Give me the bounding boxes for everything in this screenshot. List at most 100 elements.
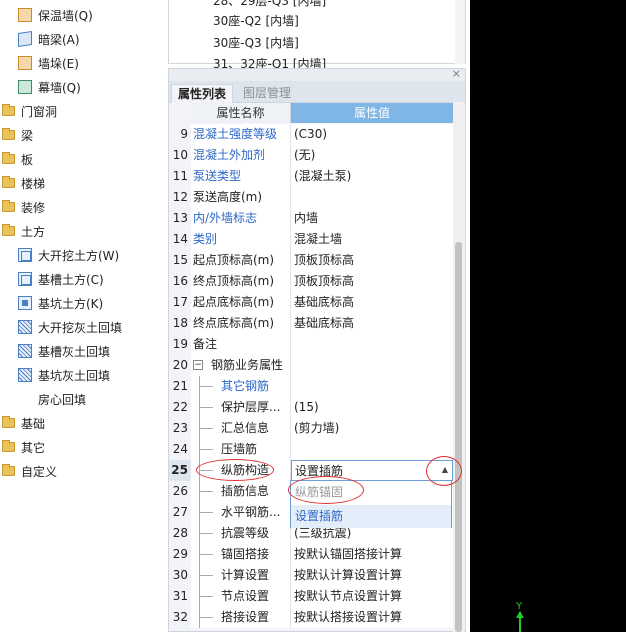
- tree-folder-beam[interactable]: 梁: [2, 124, 33, 146]
- annotation-circle: [196, 459, 274, 481]
- tree-item-pit-backfill[interactable]: 基坑灰土回填: [18, 364, 110, 386]
- room-backfill-icon: [18, 392, 32, 406]
- property-name: 混凝土强度等级: [191, 124, 291, 145]
- table-row[interactable]: 30 计算设置 按默认计算设置计算: [169, 565, 455, 586]
- tab-property-list[interactable]: 属性列表: [171, 84, 234, 103]
- tree-item-excavation[interactable]: 大开挖土方(W): [18, 244, 119, 266]
- property-value[interactable]: (C30): [291, 124, 453, 145]
- scrollbar-thumb[interactable]: [455, 242, 462, 632]
- property-value[interactable]: 顶板顶标高: [291, 271, 453, 292]
- tree-item-hidden-beam[interactable]: 暗梁(A): [18, 28, 80, 50]
- tree-item-insulation-wall[interactable]: 保温墙(Q): [18, 4, 93, 26]
- table-row[interactable]: 31 节点设置 按默认节点设置计算: [169, 586, 455, 607]
- row-number: 27: [169, 502, 191, 523]
- collapse-icon[interactable]: −: [193, 360, 203, 370]
- table-row[interactable]: 18 终点底标高(m) 基础底标高: [169, 313, 455, 334]
- tree-guide-branch: [199, 533, 213, 534]
- table-row[interactable]: 10 混凝土外加剂 (无): [169, 145, 455, 166]
- property-value[interactable]: [291, 439, 453, 460]
- folder-icon: [2, 416, 15, 428]
- tree-item-excavation-backfill[interactable]: 大开挖灰土回填: [18, 316, 122, 338]
- component-list: 28、29层-Q3 [内墙] 30座-Q2 [内墙] 30座-Q3 [内墙] 3…: [168, 0, 466, 71]
- table-row[interactable]: 9 混凝土强度等级 (C30): [169, 124, 455, 145]
- property-value[interactable]: [291, 334, 453, 355]
- property-value[interactable]: (混凝土泵): [291, 166, 453, 187]
- table-row[interactable]: 14 类别 混凝土墙: [169, 229, 455, 250]
- table-row[interactable]: 16 终点顶标高(m) 顶板顶标高: [169, 271, 455, 292]
- tree-folder-foundation[interactable]: 基础: [2, 412, 45, 434]
- hidden-beam-icon: [18, 31, 32, 47]
- tree-folder-earthwork[interactable]: 土方: [2, 220, 45, 242]
- excavation-icon: [18, 248, 32, 262]
- table-row[interactable]: 19 备注: [169, 334, 455, 355]
- property-name: 备注: [191, 334, 291, 355]
- property-value[interactable]: (15): [291, 397, 453, 418]
- row-number: 21: [169, 376, 191, 397]
- property-name: 混凝土外加剂: [191, 145, 291, 166]
- tree-item-label: 土方: [21, 224, 46, 239]
- row-number: 28: [169, 523, 191, 544]
- table-row[interactable]: 20 钢筋业务属性 −: [169, 355, 455, 376]
- trench-earthwork-icon: [18, 272, 32, 286]
- property-value[interactable]: 按默认计算设置计算: [291, 565, 453, 586]
- tree-item-label: 大开挖灰土回填: [38, 320, 123, 335]
- property-name: 起点底标高(m): [191, 292, 291, 313]
- property-value[interactable]: [291, 355, 453, 376]
- tree-item-label: 保温墙(Q): [38, 8, 93, 23]
- property-value[interactable]: [291, 376, 453, 397]
- table-row[interactable]: 32 搭接设置 按默认搭接设置计算: [169, 607, 455, 628]
- property-value[interactable]: 按默认搭接设置计算: [291, 607, 453, 628]
- tree-item-label: 墙垛(E): [38, 56, 79, 71]
- property-value[interactable]: 按默认节点设置计算: [291, 586, 453, 607]
- property-value[interactable]: [291, 187, 453, 208]
- list-item[interactable]: 30座-Q3 [内墙]: [213, 34, 299, 51]
- tree-item-trench-backfill[interactable]: 基槽灰土回填: [18, 340, 110, 362]
- tab-layer-management[interactable]: 图层管理: [237, 84, 297, 103]
- property-value[interactable]: 混凝土墙: [291, 229, 453, 250]
- table-row[interactable]: 15 起点顶标高(m) 顶板顶标高: [169, 250, 455, 271]
- property-value[interactable]: (无): [291, 145, 453, 166]
- tree-folder-other[interactable]: 其它: [2, 436, 45, 458]
- row-number: 24: [169, 439, 191, 460]
- property-value[interactable]: 按默认锚固搭接计算: [291, 544, 453, 565]
- table-row[interactable]: 22 保护层厚... (15): [169, 397, 455, 418]
- tree-folder-slab[interactable]: 板: [2, 148, 33, 170]
- tree-item-label: 大开挖土方(W): [38, 248, 120, 263]
- property-value[interactable]: 顶板顶标高: [291, 250, 453, 271]
- property-value[interactable]: 内墙: [291, 208, 453, 229]
- list-item[interactable]: 28、29层-Q3 [内墙]: [213, 0, 326, 9]
- table-row[interactable]: 23 汇总信息 (剪力墙): [169, 418, 455, 439]
- list-scrollbar[interactable]: [455, 0, 465, 64]
- table-row[interactable]: 24 压墙筋: [169, 439, 455, 460]
- property-scrollbar[interactable]: [453, 102, 464, 632]
- tree-folder-custom[interactable]: 自定义: [2, 460, 57, 482]
- list-item[interactable]: 30座-Q2 [内墙]: [213, 12, 299, 29]
- table-row[interactable]: 11 泵送类型 (混凝土泵): [169, 166, 455, 187]
- tree-folder-door-window[interactable]: 门窗洞: [2, 100, 57, 122]
- close-icon[interactable]: ×: [452, 67, 461, 80]
- table-row[interactable]: 12 泵送高度(m): [169, 187, 455, 208]
- row-number: 12: [169, 187, 191, 208]
- tree-item-pit-earthwork[interactable]: 基坑土方(K): [18, 292, 103, 314]
- row-number: 25: [169, 460, 191, 481]
- folder-icon: [2, 104, 15, 116]
- table-row[interactable]: 13 内/外墙标志 内墙: [169, 208, 455, 229]
- tree-item-curtain-wall[interactable]: 幕墙(Q): [18, 76, 81, 98]
- pit-earthwork-icon: [18, 296, 32, 310]
- tree-guide-branch: [199, 596, 213, 597]
- property-value[interactable]: 基础底标高: [291, 313, 453, 334]
- table-row[interactable]: 29 锚固搭接 按默认锚固搭接计算: [169, 544, 455, 565]
- table-row[interactable]: 21 其它钢筋: [169, 376, 455, 397]
- tree-folder-decoration[interactable]: 装修: [2, 196, 45, 218]
- table-row[interactable]: 17 起点底标高(m) 基础底标高: [169, 292, 455, 313]
- drawing-canvas[interactable]: [470, 0, 626, 632]
- property-name: 终点底标高(m): [191, 313, 291, 334]
- tree-item-trench-earthwork[interactable]: 基槽土方(C): [18, 268, 104, 290]
- dropdown-option-dowel[interactable]: 设置插筋: [291, 505, 451, 528]
- property-value[interactable]: 基础底标高: [291, 292, 453, 313]
- tree-item-room-backfill[interactable]: 房心回填: [18, 388, 86, 410]
- tree-folder-stairs[interactable]: 楼梯: [2, 172, 45, 194]
- property-value[interactable]: (剪力墙): [291, 418, 453, 439]
- tree-item-wall-pier[interactable]: 墙垛(E): [18, 52, 79, 74]
- property-name: 起点顶标高(m): [191, 250, 291, 271]
